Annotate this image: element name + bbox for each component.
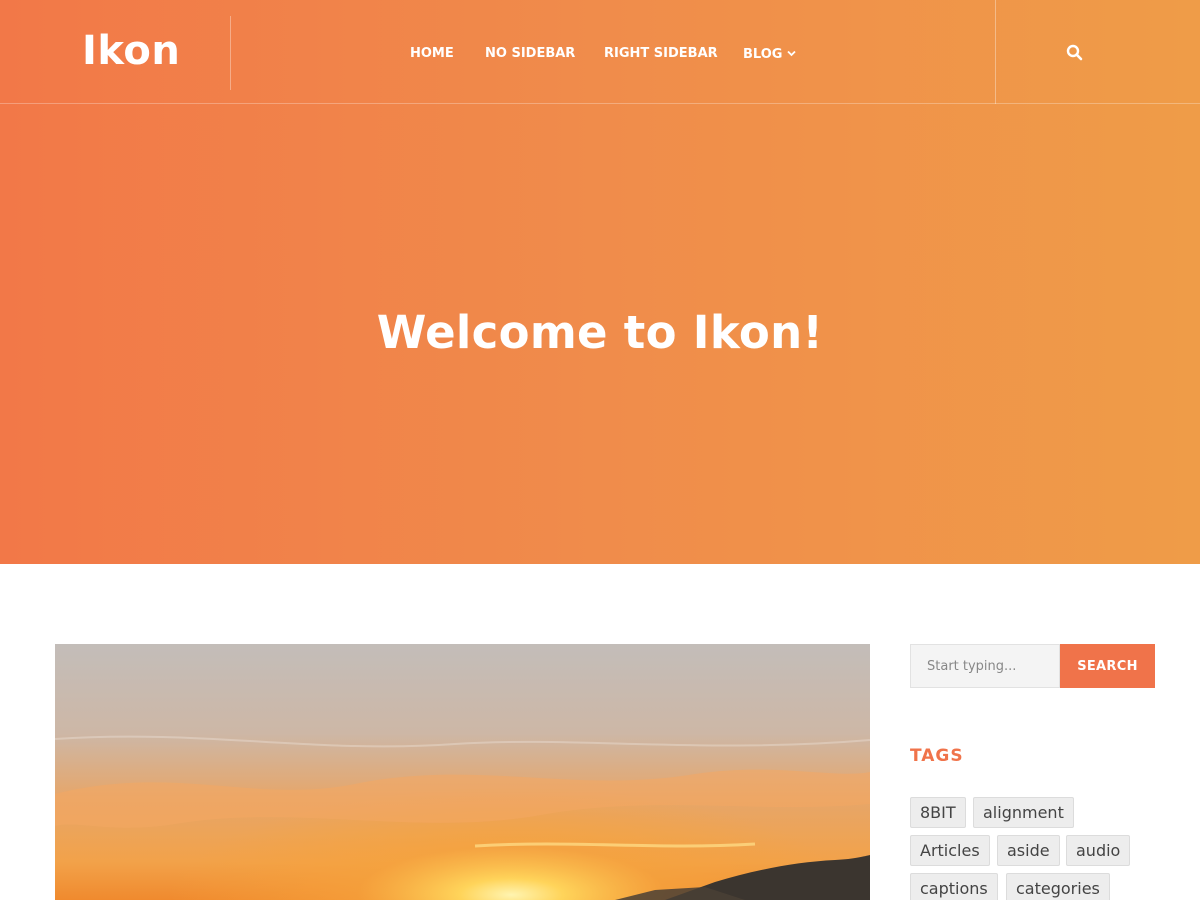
- nav-item-home[interactable]: HOME: [410, 44, 454, 64]
- nav-item-right-sidebar[interactable]: RIGHT SIDEBAR: [604, 44, 718, 64]
- search-icon[interactable]: [1064, 42, 1086, 64]
- hero-title: Welcome to Ikon!: [376, 306, 824, 359]
- nav-item-no-sidebar[interactable]: NO SIDEBAR: [485, 44, 575, 64]
- hero-banner: Ikon HOME NO SIDEBAR RIGHT SIDEBAR BLOG …: [0, 0, 1200, 564]
- main-nav: HOME NO SIDEBAR RIGHT SIDEBAR BLOG: [0, 0, 1200, 104]
- site-header: Ikon HOME NO SIDEBAR RIGHT SIDEBAR BLOG: [0, 0, 1200, 104]
- tag-aside[interactable]: aside: [997, 835, 1060, 866]
- sidebar-search-button[interactable]: SEARCH: [1060, 644, 1155, 688]
- nav-item-blog[interactable]: BLOG: [743, 44, 797, 64]
- sidebar-search-input[interactable]: [910, 644, 1060, 688]
- chevron-down-icon: [787, 44, 797, 64]
- tag-categories[interactable]: categories: [1006, 873, 1110, 900]
- tags-heading: TAGS: [910, 746, 964, 766]
- tag-audio[interactable]: audio: [1066, 835, 1131, 866]
- tag-articles[interactable]: Articles: [910, 835, 990, 866]
- tag-captions[interactable]: captions: [910, 873, 998, 900]
- tag-8bit[interactable]: 8BIT: [910, 797, 966, 828]
- tag-alignment[interactable]: alignment: [973, 797, 1074, 828]
- header-divider-right: [995, 0, 996, 104]
- nav-item-blog-label: BLOG: [743, 47, 783, 62]
- featured-image[interactable]: [55, 644, 870, 900]
